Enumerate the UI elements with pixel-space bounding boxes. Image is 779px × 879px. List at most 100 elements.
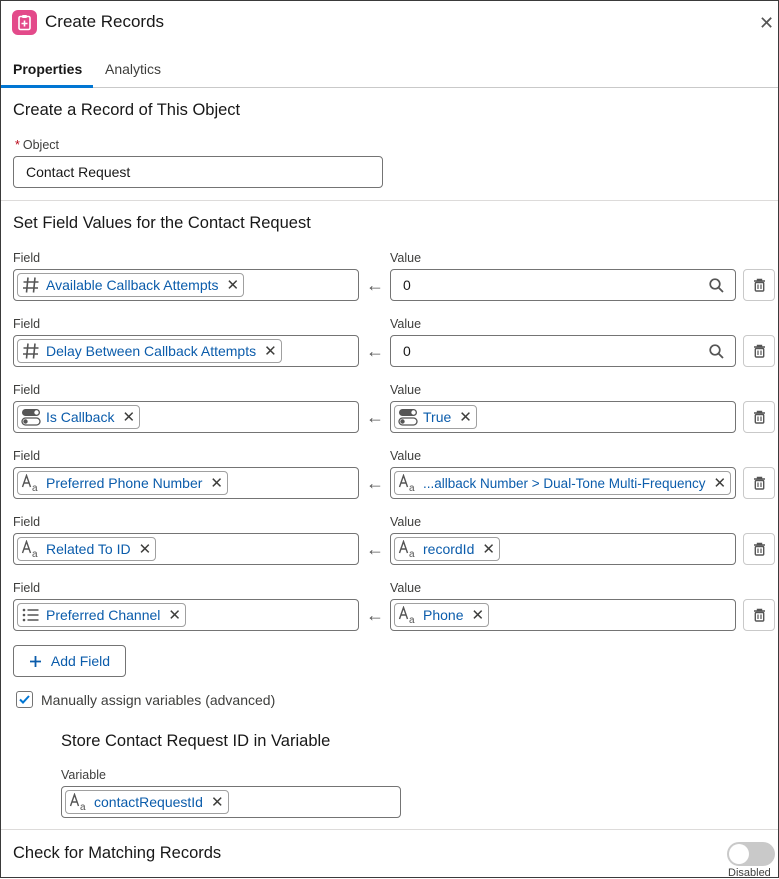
trash-icon <box>753 410 765 424</box>
toggle-icon <box>21 407 41 427</box>
delete-button[interactable] <box>743 599 775 631</box>
field-pill-label: Preferred Phone Number <box>46 475 203 491</box>
search-icon[interactable] <box>709 344 724 364</box>
svg-text:a: a <box>80 802 86 811</box>
toggle-state-label: Disabled <box>728 867 771 879</box>
field-pill-label: Delay Between Callback Attempts <box>46 343 257 359</box>
value-pill[interactable]: a ...allback Number > Dual-Tone Multi-Fr… <box>394 471 732 495</box>
object-input[interactable]: Contact Request <box>13 156 383 188</box>
number-icon <box>21 275 41 295</box>
value-input[interactable]: True ✕ <box>390 401 736 433</box>
section-divider <box>1 200 778 201</box>
field-pill[interactable]: Preferred Channel ✕ <box>17 603 186 627</box>
toggle-knob <box>729 844 749 864</box>
text-icon: a <box>398 605 418 625</box>
trash-icon <box>753 476 765 490</box>
tab-properties[interactable]: Properties <box>13 61 82 77</box>
field-input[interactable]: Is Callback ✕ <box>13 401 359 433</box>
value-input[interactable]: a recordId ✕ <box>390 533 736 565</box>
value-input[interactable]: a ...allback Number > Dual-Tone Multi-Fr… <box>390 467 736 499</box>
delete-button[interactable] <box>743 467 775 499</box>
plus-icon <box>29 655 41 667</box>
value-input-text: 0 <box>403 277 411 293</box>
field-pill-label: Preferred Channel <box>46 607 161 623</box>
value-label: Value <box>390 251 422 265</box>
field-input[interactable]: a Related To ID ✕ <box>13 533 359 565</box>
delete-button[interactable] <box>743 533 775 565</box>
matching-records-title: Check for Matching Records <box>13 844 222 862</box>
field-label: Field <box>13 515 41 529</box>
add-field-button[interactable]: Add Field <box>13 645 126 677</box>
field-input[interactable]: Delay Between Callback Attempts ✕ <box>13 335 359 367</box>
field-pill[interactable]: a Preferred Phone Number ✕ <box>17 471 228 495</box>
field-pill-label: Is Callback <box>46 409 115 425</box>
field-pill[interactable]: Is Callback ✕ <box>17 405 141 429</box>
field-input[interactable]: Available Callback Attempts ✕ <box>13 269 359 301</box>
value-pill-label: Phone <box>423 607 464 623</box>
remove-icon[interactable]: ✕ <box>210 474 223 492</box>
field-pill[interactable]: Available Callback Attempts ✕ <box>17 273 245 297</box>
object-label-group: * Object <box>15 138 59 152</box>
required-marker: * <box>15 138 20 152</box>
value-pill[interactable]: True ✕ <box>394 405 477 429</box>
value-input-text: 0 <box>403 343 411 359</box>
arrow-left-icon: ← <box>366 473 384 493</box>
value-pill[interactable]: a Phone ✕ <box>394 603 490 627</box>
remove-icon[interactable]: ✕ <box>714 474 727 492</box>
delete-button[interactable] <box>743 401 775 433</box>
arrow-left-icon: ← <box>366 539 384 559</box>
arrow-left-icon: ← <box>366 605 384 625</box>
close-icon[interactable]: ✕ <box>759 14 774 32</box>
field-input[interactable]: Preferred Channel ✕ <box>13 599 359 631</box>
remove-icon[interactable]: ✕ <box>471 606 484 624</box>
value-label: Value <box>390 449 422 463</box>
remove-icon[interactable]: ✕ <box>211 793 224 811</box>
remove-icon[interactable]: ✕ <box>168 606 181 624</box>
variable-pill-label: contactRequestId <box>94 794 203 810</box>
delete-button[interactable] <box>743 269 775 301</box>
toggle-icon <box>398 407 418 427</box>
remove-icon[interactable]: ✕ <box>264 342 277 360</box>
checkmark-icon <box>19 695 30 704</box>
value-pill[interactable]: a recordId ✕ <box>394 537 500 561</box>
svg-text:a: a <box>409 615 415 624</box>
remove-icon[interactable]: ✕ <box>122 408 135 426</box>
field-pill[interactable]: a Related To ID ✕ <box>17 537 157 561</box>
field-label: Field <box>13 317 41 331</box>
trash-icon <box>753 542 765 556</box>
picklist-icon <box>21 605 41 625</box>
object-label: Object <box>22 138 60 152</box>
create-records-panel: Create Records ✕ Properties Analytics Cr… <box>0 0 779 879</box>
variable-pill[interactable]: a contactRequestId ✕ <box>65 790 229 814</box>
value-input[interactable]: 0 <box>390 269 736 301</box>
value-pill-label: recordId <box>423 541 475 557</box>
text-icon: a <box>21 473 41 493</box>
trash-icon <box>753 608 765 622</box>
value-label: Value <box>390 383 422 397</box>
value-input[interactable]: a Phone ✕ <box>390 599 736 631</box>
field-label: Field <box>13 251 41 265</box>
remove-icon[interactable]: ✕ <box>139 540 152 558</box>
search-icon[interactable] <box>709 278 724 298</box>
value-label: Value <box>390 581 422 595</box>
variable-input[interactable]: a contactRequestId ✕ <box>61 786 401 818</box>
matching-records-toggle[interactable] <box>727 842 775 866</box>
field-pill[interactable]: Delay Between Callback Attempts ✕ <box>17 339 282 363</box>
remove-icon[interactable]: ✕ <box>459 408 472 426</box>
delete-button[interactable] <box>743 335 775 367</box>
value-label: Value <box>390 515 422 529</box>
field-input[interactable]: a Preferred Phone Number ✕ <box>13 467 359 499</box>
remove-icon[interactable]: ✕ <box>227 276 240 294</box>
tab-analytics[interactable]: Analytics <box>105 61 161 77</box>
value-input[interactable]: 0 <box>390 335 736 367</box>
object-input-value: Contact Request <box>26 164 131 180</box>
manual-assign-checkbox[interactable] <box>16 691 33 708</box>
arrow-left-icon: ← <box>366 407 384 427</box>
add-field-label: Add Field <box>50 653 111 669</box>
remove-icon[interactable]: ✕ <box>482 540 495 558</box>
field-label: Field <box>13 581 41 595</box>
svg-text:a: a <box>409 549 415 558</box>
variable-label: Variable <box>61 768 106 782</box>
text-icon: a <box>69 792 89 812</box>
manual-assign-label: Manually assign variables (advanced) <box>41 692 276 708</box>
